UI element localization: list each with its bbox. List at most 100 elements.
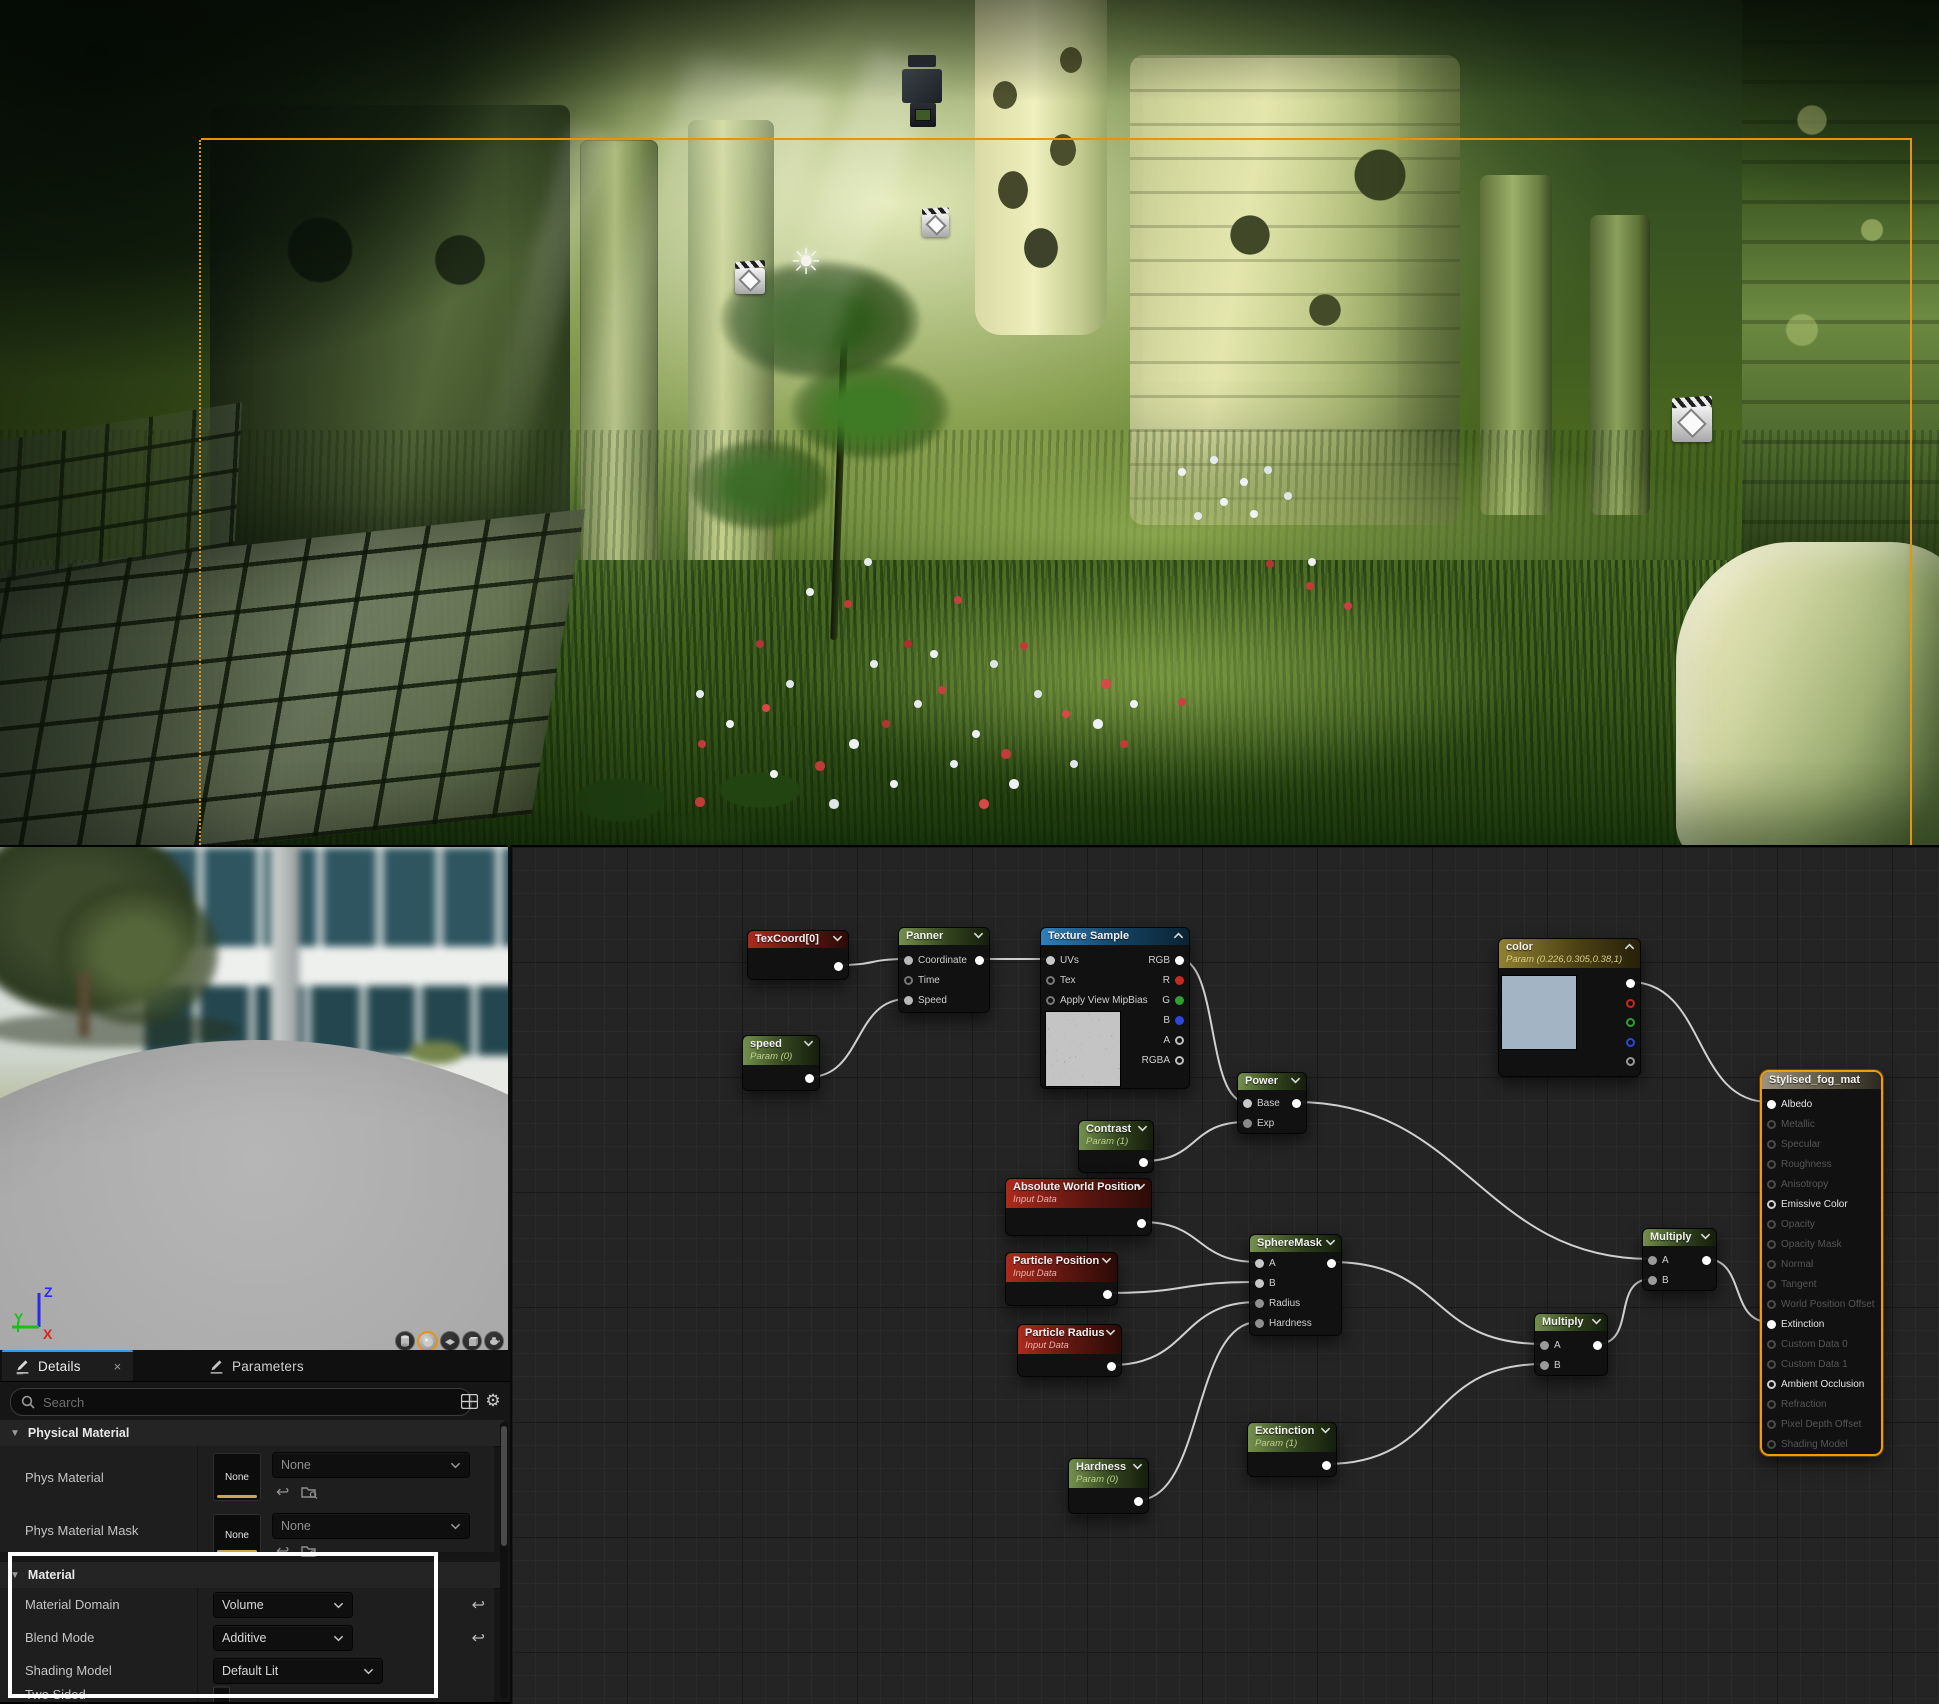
input-pin-ambient-occlusion[interactable]: Ambient Occlusion (1767, 1377, 1864, 1391)
input-pin-coordinate[interactable]: Coordinate (904, 953, 967, 967)
input-pin-refraction[interactable]: Refraction (1767, 1397, 1827, 1411)
input-pin-exp[interactable]: Exp (1243, 1116, 1274, 1130)
input-pin-pixel-depth-offset[interactable]: Pixel Depth Offset (1767, 1417, 1861, 1431)
output-pin-out[interactable] (1588, 1338, 1602, 1352)
graph-node-hardness[interactable]: Hardness Param (0) (1068, 1458, 1149, 1514)
output-pin-g[interactable]: G (1162, 993, 1184, 1007)
details-scrollbar[interactable] (500, 1422, 508, 1698)
tab-close-icon[interactable]: × (114, 1359, 122, 1374)
graph-node-texcoord[interactable]: TexCoord[0] (747, 930, 849, 980)
output-pin-out[interactable] (800, 1071, 814, 1085)
input-pin-speed[interactable]: Speed (904, 993, 947, 1007)
input-pin-shading-model[interactable]: Shading Model (1767, 1437, 1848, 1451)
graph-node-multiply2[interactable]: Multiply A B (1534, 1313, 1608, 1376)
preview-shape-sphere-button[interactable] (417, 1331, 438, 1352)
preview-shape-plane-button[interactable] (440, 1331, 460, 1351)
graph-node-texsample[interactable]: Texture Sample UVs Tex Apply View MipBias RG… (1040, 927, 1190, 1089)
graph-node-multiply1[interactable]: Multiply A B (1642, 1228, 1717, 1291)
output-pin-rgb[interactable]: RGB (1148, 953, 1184, 967)
input-pin-b[interactable]: B (1255, 1276, 1276, 1290)
input-pin-tangent[interactable]: Tangent (1767, 1277, 1817, 1291)
output-pin-rgba[interactable]: RGBA (1142, 1053, 1184, 1067)
graph-node-speed[interactable]: speed Param (0) (742, 1035, 820, 1091)
output-pin-out[interactable] (1102, 1359, 1116, 1373)
sun-light-icon[interactable]: ☀ (786, 242, 826, 282)
output-pin-out[interactable] (1317, 1458, 1331, 1472)
revert-to-default-icon[interactable]: ↩ (472, 1595, 485, 1615)
section-physical-material[interactable]: ▼ Physical Material (0, 1420, 504, 1447)
output-pin-out[interactable] (970, 953, 984, 967)
graph-node-contrast[interactable]: Contrast Param (1) (1078, 1120, 1154, 1173)
tab-parameters[interactable]: Parameters (196, 1352, 316, 1381)
clapperboard-icon[interactable] (735, 268, 765, 294)
output-pin-out[interactable] (1287, 1096, 1301, 1110)
output-pin-out[interactable] (1621, 1015, 1635, 1029)
graph-node-pposition[interactable]: Particle Position Input Data (1005, 1252, 1118, 1306)
input-pin-normal[interactable]: Normal (1767, 1257, 1813, 1271)
input-pin-specular[interactable]: Specular (1767, 1137, 1820, 1151)
graph-node-power[interactable]: Power Base Exp (1237, 1072, 1307, 1134)
input-pin-hardness[interactable]: Hardness (1255, 1316, 1312, 1330)
input-pin-radius[interactable]: Radius (1255, 1296, 1300, 1310)
two-sided-checkbox[interactable] (213, 1686, 230, 1702)
preview-shape-cube-button[interactable] (462, 1331, 482, 1351)
graph-node-panner[interactable]: Panner Coordinate Time Speed (898, 927, 990, 1013)
material-domain-dropdown[interactable]: Volume (213, 1592, 353, 1618)
output-pin-out[interactable] (1621, 996, 1635, 1010)
output-pin-out[interactable] (1621, 976, 1635, 990)
revert-to-default-icon[interactable]: ↩ (472, 1628, 485, 1648)
output-pin-a[interactable]: A (1163, 1033, 1184, 1047)
material-graph-editor[interactable]: TexCoord[0] Panner Coordinate Time Speed Text… (510, 845, 1939, 1704)
blend-mode-dropdown[interactable]: Additive (213, 1625, 353, 1651)
settings-gear-icon[interactable]: ⚙ (482, 1388, 504, 1414)
input-pin-a[interactable]: A (1648, 1253, 1669, 1267)
preview-shape-cylinder-button[interactable] (395, 1331, 415, 1351)
browse-asset-icon[interactable] (301, 1544, 318, 1558)
input-pin-time[interactable]: Time (904, 973, 940, 987)
output-pin-out[interactable] (1621, 1054, 1635, 1068)
graph-node-color[interactable]: color Param (0.226,0.305,0.38,1) (1498, 938, 1641, 1077)
input-pin-uvs[interactable]: UVs (1046, 953, 1079, 967)
input-pin-metallic[interactable]: Metallic (1767, 1117, 1815, 1131)
output-pin-out[interactable] (1322, 1256, 1336, 1270)
input-pin-base[interactable]: Base (1243, 1096, 1280, 1110)
output-pin-out[interactable] (1697, 1253, 1711, 1267)
phys-material-mask-dropdown[interactable]: None (272, 1513, 470, 1539)
graph-node-spheremask[interactable]: SphereMask A B Radius Hardness (1249, 1234, 1342, 1336)
output-pin-out[interactable] (1098, 1287, 1112, 1301)
use-selected-asset-icon[interactable]: ↩ (276, 1541, 289, 1561)
input-pin-b[interactable]: B (1540, 1358, 1561, 1372)
input-pin-custom-data-1[interactable]: Custom Data 1 (1767, 1357, 1848, 1371)
graph-node-exctinction[interactable]: Exctinction Param (1) (1247, 1422, 1337, 1477)
shading-model-dropdown[interactable]: Default Lit (213, 1658, 383, 1684)
preview-shape-teapot-button[interactable] (484, 1331, 504, 1351)
input-pin-apply-view-mipbias[interactable]: Apply View MipBias (1046, 993, 1148, 1007)
input-pin-anisotropy[interactable]: Anisotropy (1767, 1177, 1828, 1191)
input-pin-roughness[interactable]: Roughness (1767, 1157, 1832, 1171)
input-pin-custom-data-0[interactable]: Custom Data 0 (1767, 1337, 1848, 1351)
asset-thumbnail[interactable]: None (213, 1453, 261, 1501)
output-pin-out[interactable] (1134, 1155, 1148, 1169)
input-pin-a[interactable]: A (1540, 1338, 1561, 1352)
input-pin-extinction[interactable]: Extinction (1767, 1317, 1824, 1331)
input-pin-opacity-mask[interactable]: Opacity Mask (1767, 1237, 1842, 1251)
graph-node-awp[interactable]: Absolute World Position Input Data (1005, 1178, 1152, 1236)
input-pin-tex[interactable]: Tex (1046, 973, 1076, 987)
input-pin-world-position-offset[interactable]: World Position Offset (1767, 1297, 1875, 1311)
output-pin-out[interactable] (1132, 1216, 1146, 1230)
phys-material-dropdown[interactable]: None (272, 1452, 470, 1478)
browse-asset-icon[interactable] (301, 1485, 318, 1499)
graph-node-pradius[interactable]: Particle Radius Input Data (1017, 1324, 1122, 1377)
graph-node-result[interactable]: Stylised_fog_mat Albedo Metallic Specular Ro… (1760, 1070, 1883, 1456)
search-input[interactable]: Search (10, 1388, 472, 1416)
input-pin-emissive-color[interactable]: Emissive Color (1767, 1197, 1848, 1211)
output-pin-b[interactable]: B (1163, 1013, 1184, 1027)
cine-camera-icon[interactable] (900, 55, 946, 129)
level-viewport[interactable]: ☀ (0, 0, 1939, 847)
asset-thumbnail[interactable]: None (213, 1514, 261, 1556)
clapperboard-icon[interactable] (1672, 406, 1712, 442)
material-preview-viewport[interactable]: Z Y X (0, 845, 508, 1352)
input-pin-b[interactable]: B (1648, 1273, 1669, 1287)
use-selected-asset-icon[interactable]: ↩ (276, 1482, 289, 1502)
section-material[interactable]: ▼ Material (0, 1562, 504, 1589)
